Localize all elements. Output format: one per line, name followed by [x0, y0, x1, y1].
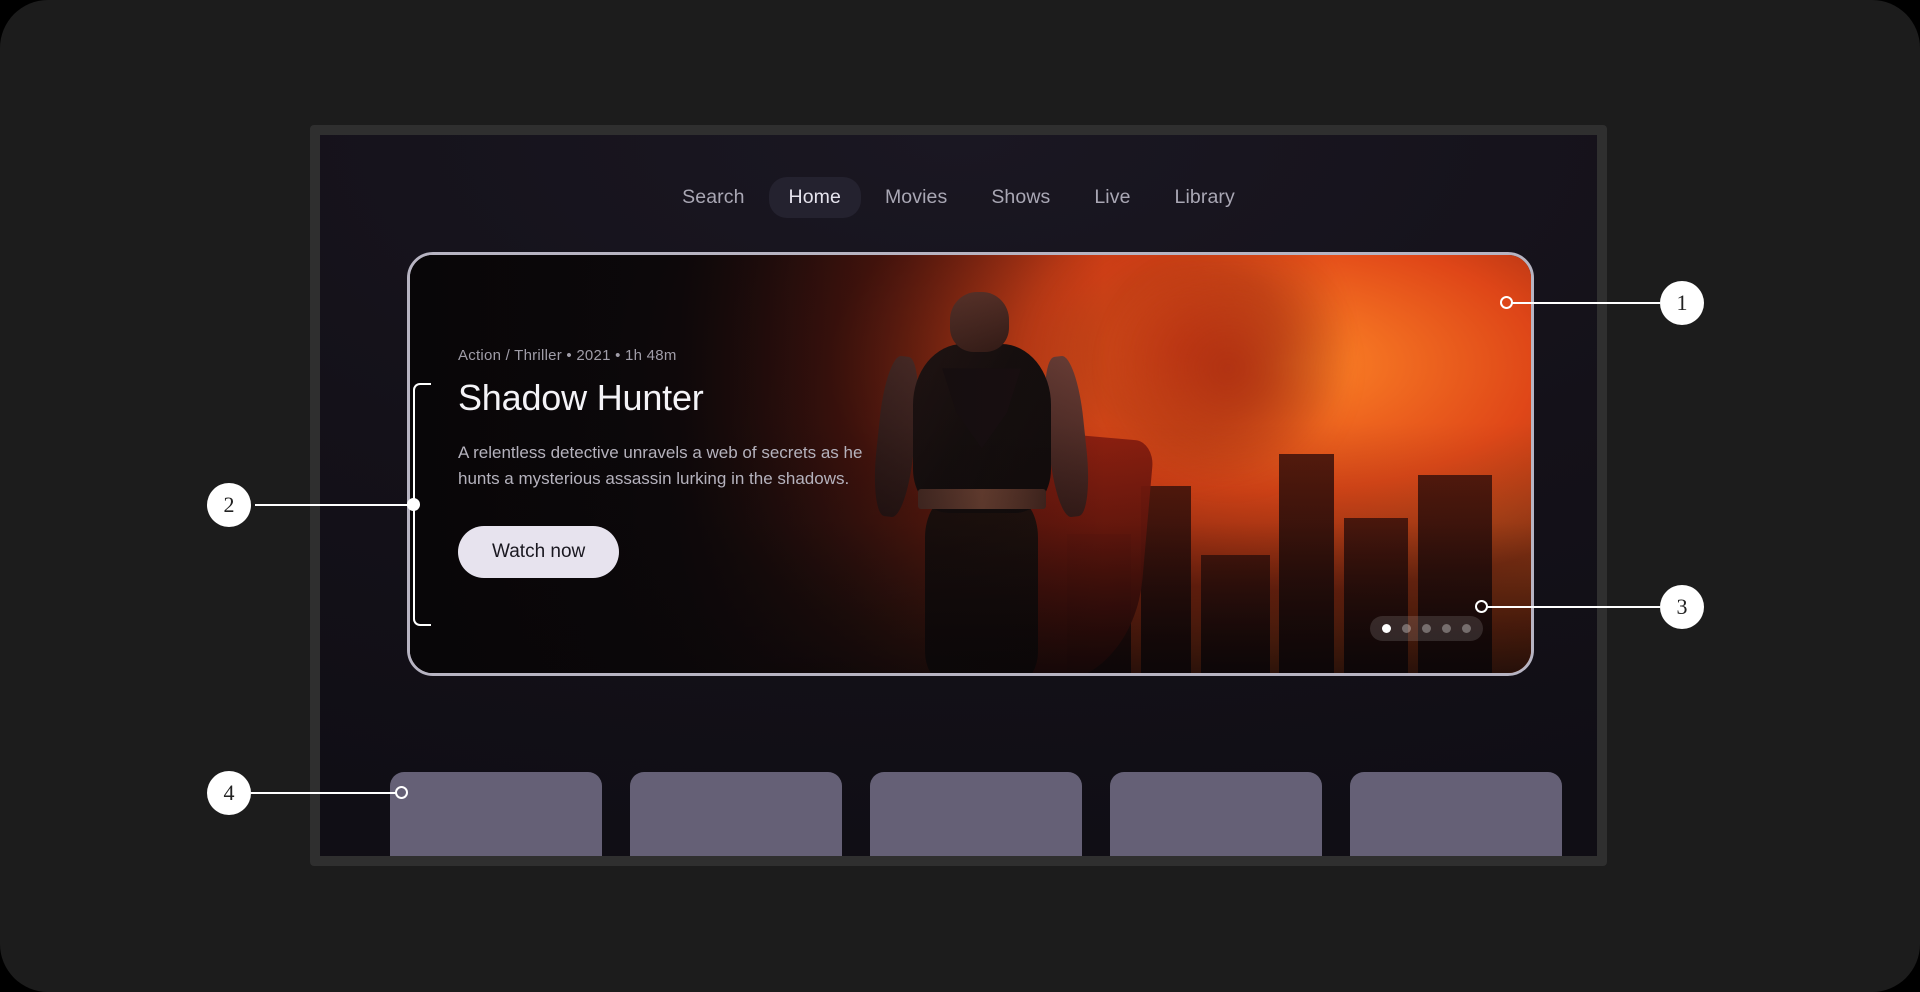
callout-marker-2: 2 [207, 483, 251, 527]
nav-item-movies[interactable]: Movies [865, 177, 967, 218]
nav-label: Movies [884, 186, 948, 208]
nav-label: Home [788, 186, 841, 208]
top-navigation: Search Home Movies Shows Live Library [320, 177, 1597, 218]
nav-label: Library [1174, 186, 1235, 208]
callout-number: 4 [223, 780, 235, 805]
thumbnail-card-5[interactable] [1350, 772, 1562, 856]
callout-marker-4: 4 [207, 771, 251, 815]
hero-card[interactable]: Action / Thriller • 2021 • 1h 48m Shadow… [407, 252, 1534, 676]
nav-item-search[interactable]: Search [662, 177, 764, 218]
hero-description: A relentless detective unravels a web of… [458, 442, 863, 488]
nav-item-live[interactable]: Live [1074, 177, 1150, 218]
nav-item-home[interactable]: Home [768, 177, 861, 218]
hero-content-block: Action / Thriller • 2021 • 1h 48m Shadow… [458, 347, 938, 579]
thumbnail-card-4[interactable] [1110, 772, 1322, 856]
carousel-dot-3[interactable] [1422, 624, 1431, 633]
nav-label: Search [682, 186, 745, 208]
carousel-dot-2[interactable] [1402, 624, 1411, 633]
thumbnail-card-3[interactable] [870, 772, 1082, 856]
nav-label: Shows [991, 186, 1051, 208]
thumbnail-card-2[interactable] [630, 772, 842, 856]
carousel-dots[interactable] [1370, 616, 1483, 641]
carousel-dot-1[interactable] [1382, 624, 1391, 633]
hero-title: Shadow Hunter [458, 377, 704, 418]
tv-frame: Search Home Movies Shows Live Library Ac… [310, 125, 1607, 866]
nav-label: Live [1094, 186, 1131, 208]
carousel-dot-4[interactable] [1442, 624, 1451, 633]
nav-item-library[interactable]: Library [1155, 177, 1255, 218]
nav-item-shows[interactable]: Shows [971, 177, 1070, 218]
screenshot-stage: Search Home Movies Shows Live Library Ac… [0, 0, 1920, 992]
thumbnail-row [390, 772, 1562, 856]
carousel-dot-5[interactable] [1462, 624, 1471, 633]
callout-number: 2 [223, 492, 235, 517]
watch-now-button[interactable]: Watch now [458, 526, 620, 579]
thumbnail-card-1[interactable] [390, 772, 602, 856]
hero-meta: Action / Thriller • 2021 • 1h 48m [458, 347, 677, 364]
callout-marker-3: 3 [1660, 585, 1704, 629]
tv-screen: Search Home Movies Shows Live Library Ac… [320, 135, 1597, 856]
callout-number: 1 [1676, 290, 1688, 315]
callout-marker-1: 1 [1660, 281, 1704, 325]
page-canvas: Search Home Movies Shows Live Library Ac… [0, 0, 1920, 992]
callout-number: 3 [1676, 594, 1688, 619]
